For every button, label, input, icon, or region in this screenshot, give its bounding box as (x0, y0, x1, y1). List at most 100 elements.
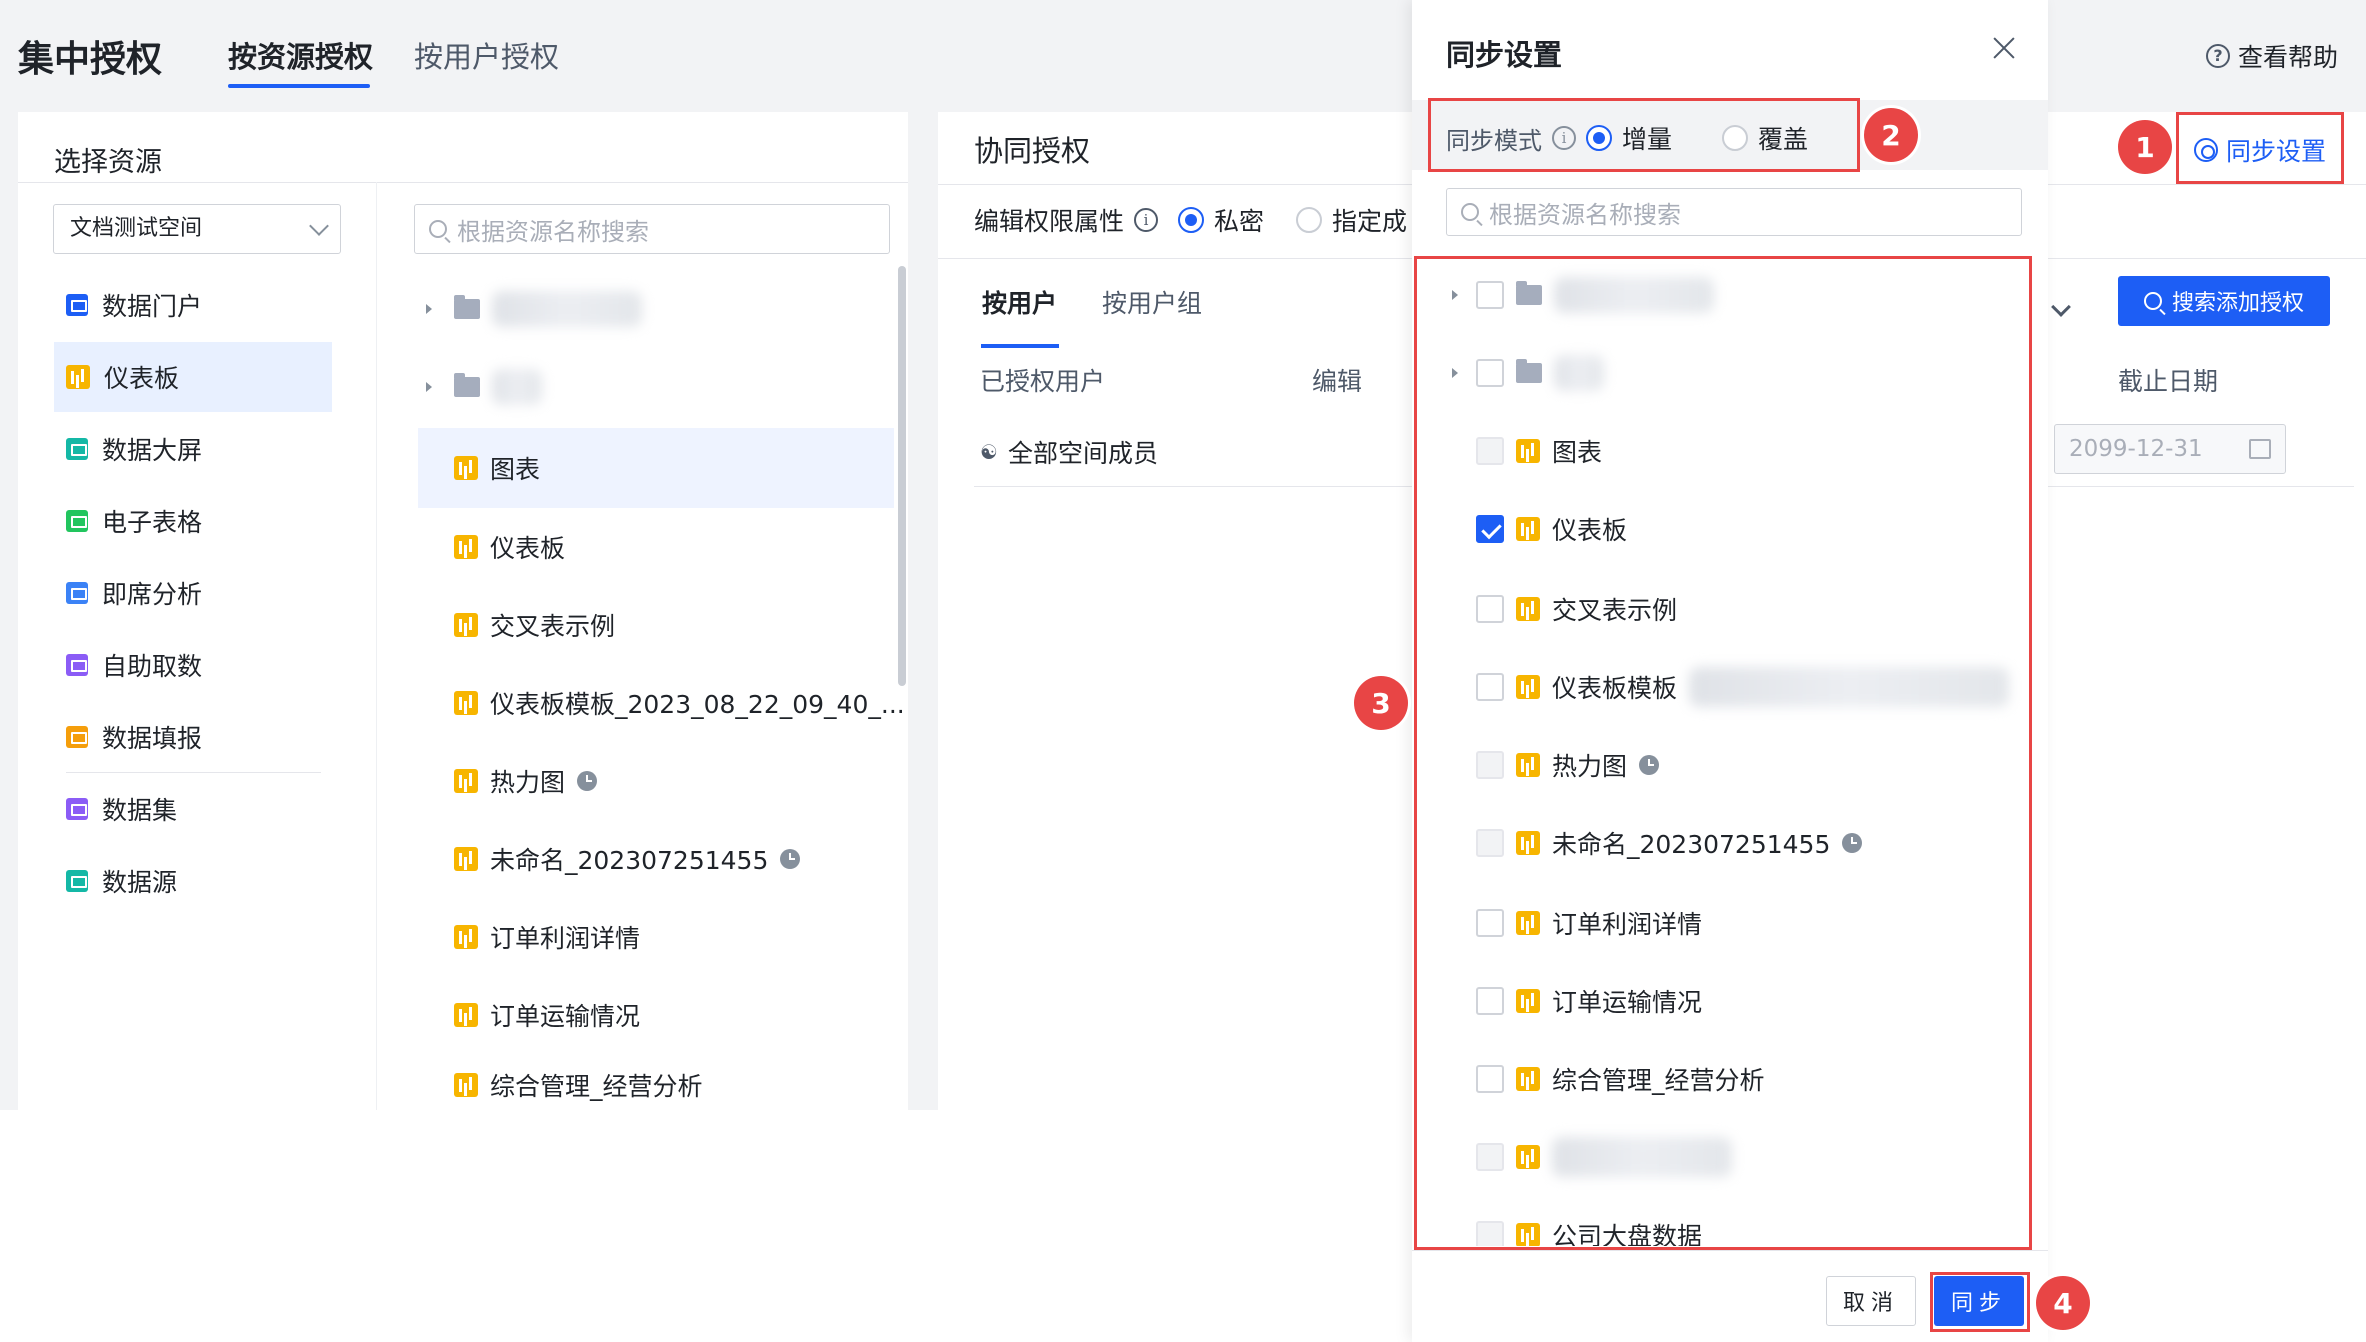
chart-icon (454, 925, 478, 949)
chart-icon (454, 1003, 478, 1027)
spreadsheet-icon (66, 510, 88, 532)
info-icon: i (1134, 208, 1159, 232)
category-dataset[interactable]: 数据集 (54, 774, 332, 844)
step-badge-3: 3 (1354, 676, 1408, 730)
scrollbar[interactable] (898, 266, 906, 686)
close-icon[interactable] (1990, 34, 2018, 62)
radio-specified[interactable] (1296, 207, 1323, 233)
tree-item[interactable]: 交叉表示例 (418, 592, 894, 658)
tab-by-user-inner[interactable]: 按用户 (982, 284, 1057, 320)
tree-item-label: 图表 (490, 455, 541, 484)
permission-row: 编辑权限属性 i 私密 指定成 (974, 202, 1407, 238)
tree-item[interactable]: 仪表板 (418, 514, 894, 580)
search-icon (2143, 292, 2162, 310)
search-add-auth-button[interactable]: 搜索添加授权 (2118, 276, 2330, 326)
chart-icon (454, 456, 478, 480)
category-label: 数据大屏 (102, 436, 203, 465)
chart-icon (454, 691, 478, 715)
chart-icon (454, 535, 478, 559)
divider (1412, 1250, 2048, 1251)
tree-item[interactable]: 未命名_202307251455 (418, 826, 894, 892)
tree-folder[interactable] (418, 276, 894, 342)
category-data-portal[interactable]: 数据门户 (54, 270, 332, 340)
radio-private-label: 私密 (1214, 207, 1265, 236)
chart-icon (454, 613, 478, 637)
page-title: 集中授权 (18, 39, 163, 80)
cube-icon (66, 798, 88, 820)
cancel-label: 取消 (1842, 1291, 1899, 1316)
radio-private[interactable] (1178, 207, 1205, 233)
chart-icon (454, 847, 478, 871)
category-datasource[interactable]: 数据源 (54, 846, 332, 916)
drawer-search-input[interactable]: 根据资源名称搜索 (1446, 188, 2022, 236)
resource-panel-header: 选择资源 (54, 147, 162, 178)
step-badge-4: 4 (2036, 1276, 2090, 1330)
datasource-icon (66, 870, 88, 892)
caret-right-icon (426, 382, 432, 392)
dashboard-icon (66, 365, 90, 389)
tab-by-user-group[interactable]: 按用户组 (1102, 284, 1202, 320)
highlight-box-resource-list (1414, 256, 2032, 1250)
tree-item[interactable]: 图表 (418, 428, 894, 508)
tree-item-label: 仪表板 (490, 534, 566, 563)
step-badge-1: 1 (2118, 120, 2172, 174)
highlight-box-sync-mode (1428, 98, 1860, 172)
step-badge-2: 2 (1864, 108, 1918, 162)
category-label: 电子表格 (102, 508, 203, 537)
category-data-screen[interactable]: 数据大屏 (54, 414, 332, 484)
portal-icon (66, 294, 88, 316)
category-label: 仪表板 (104, 364, 180, 393)
divider (18, 182, 908, 183)
help-label: 查看帮助 (2237, 43, 2338, 72)
member-row: ☯ 全部空间成员 (980, 434, 1158, 470)
highlight-box-sync-button (1930, 1272, 2030, 1332)
expiry-date-input[interactable]: 2099-12-31 (2054, 424, 2286, 474)
space-select-value: 文档测试空间 (70, 216, 203, 241)
category-label: 数据填报 (102, 724, 203, 753)
cancel-button[interactable]: 取消 (1826, 1276, 1916, 1326)
resource-panel: 选择资源 文档测试空间 数据门户 仪表板 数据大屏 电子表格 即席分析 自助取数… (18, 112, 908, 1110)
folder-icon (454, 295, 480, 319)
chevron-down-icon[interactable] (2051, 297, 2071, 317)
help-link[interactable]: ? 查看帮助 (2205, 38, 2338, 74)
tree-item[interactable]: 订单运输情况 (418, 982, 894, 1048)
tree-item[interactable]: 热力图 (418, 748, 894, 814)
divider (376, 182, 377, 1110)
category-label: 数据门户 (102, 292, 203, 321)
authorization-title: 协同授权 (974, 134, 1091, 168)
blurred-name (492, 291, 642, 327)
category-dashboard[interactable]: 仪表板 (54, 342, 332, 412)
tree-item-label: 未命名_202307251455 (490, 846, 769, 875)
search-icon (1461, 203, 1479, 221)
category-data-fill[interactable]: 数据填报 (54, 702, 332, 772)
tab-by-resource[interactable]: 按资源授权 (228, 34, 373, 76)
tree-item-label: 订单运输情况 (490, 1002, 641, 1031)
chart-icon (454, 1073, 478, 1097)
category-label: 自助取数 (102, 652, 203, 681)
space-select[interactable]: 文档测试空间 (53, 204, 341, 254)
screen-icon (66, 438, 88, 460)
tree-item-label: 综合管理_经营分析 (490, 1072, 703, 1101)
radio-specified-label: 指定成 (1332, 207, 1408, 236)
search-icon (429, 220, 447, 238)
calendar-icon (2249, 439, 2271, 459)
category-label: 数据源 (102, 868, 178, 897)
tab-by-user[interactable]: 按用户授权 (414, 34, 559, 76)
divider (66, 772, 321, 773)
tree-folder[interactable] (418, 354, 894, 420)
chart-icon (454, 769, 478, 793)
col-authorized-users: 已授权用户 (980, 367, 1106, 396)
clock-icon (780, 849, 801, 869)
category-spreadsheet[interactable]: 电子表格 (54, 486, 332, 556)
tree-item-label: 热力图 (490, 768, 566, 797)
form-icon (66, 726, 88, 748)
active-tab-indicator (228, 84, 370, 88)
category-adhoc-analysis[interactable]: 即席分析 (54, 558, 332, 628)
tree-item[interactable]: 订单利润详情 (418, 904, 894, 970)
caret-right-icon (426, 304, 432, 314)
category-label: 数据集 (102, 796, 178, 825)
resource-search-input[interactable]: 根据资源名称搜索 (414, 204, 890, 254)
category-self-service[interactable]: 自助取数 (54, 630, 332, 700)
tree-item[interactable]: 综合管理_经营分析 (418, 1060, 894, 1110)
tree-item[interactable]: 仪表板模板_2023_08_22_09_40_... (418, 670, 905, 736)
